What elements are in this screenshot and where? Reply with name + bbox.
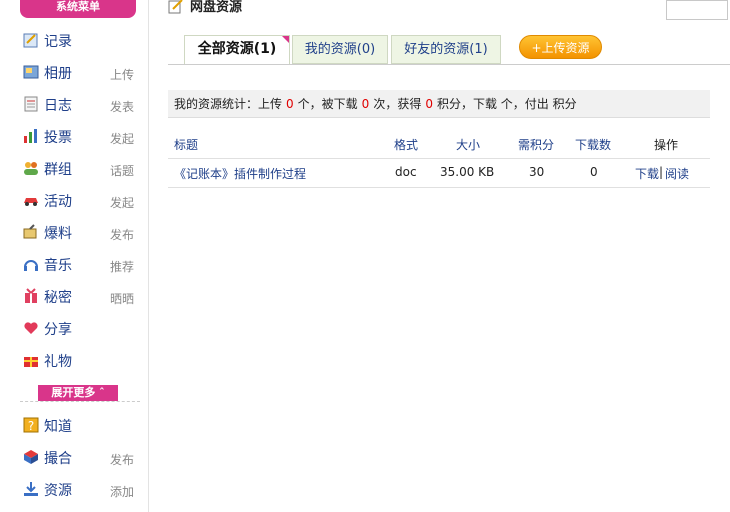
sidebar-item-activity[interactable]: 活动 发起 [22, 188, 140, 212]
sidebar-item-share[interactable]: 分享 [22, 316, 140, 340]
sidebar-item-know[interactable]: ? 知道 [22, 413, 140, 437]
resource-format: doc [395, 165, 417, 179]
sidebar-item-gift[interactable]: 礼物 [22, 348, 140, 372]
sidebar-item-group[interactable]: 群组 话题 [22, 156, 140, 180]
diary-icon [24, 96, 38, 112]
svg-text:?: ? [28, 419, 34, 433]
share-hearts-icon [24, 322, 38, 334]
sidebar-item-album[interactable]: 相册 上传 [22, 60, 140, 84]
secret-gift-icon [25, 288, 37, 303]
car-icon [24, 198, 38, 206]
chevron-up-icon: ˆ [99, 386, 105, 399]
col-downloads: 下载数 [575, 138, 612, 152]
col-format: 格式 [394, 138, 419, 152]
sidebar-item-resource[interactable]: 资源 添加 [22, 477, 140, 501]
tab-corner-marker [282, 36, 289, 43]
sidebar-item-diary[interactable]: 日志 发表 [22, 92, 140, 116]
upload-resource-button[interactable]: +上传资源 [519, 35, 602, 59]
sidebar-item-secret[interactable]: 秘密 晒晒 [22, 284, 140, 308]
col-points: 需积分 [518, 138, 555, 152]
more-bar: 展开更多 ˆ [20, 385, 140, 402]
download-icon [24, 482, 38, 496]
resource-size: 35.00 KB [440, 165, 495, 179]
col-size: 大小 [456, 138, 481, 152]
tab-divider [168, 64, 730, 65]
table-row: 《记账本》插件制作过程 doc 35.00 KB 30 0 下载 | 阅读 [168, 159, 710, 188]
headphones-icon [24, 260, 38, 271]
tab-my-resources[interactable]: 我的资源(0) [292, 35, 388, 64]
resource-points: 30 [529, 165, 545, 179]
gift-box-icon [24, 357, 38, 367]
sidebar-item-music[interactable]: 音乐 推荐 [22, 252, 140, 276]
col-title: 标题 [174, 138, 199, 152]
photo-album-icon [23, 65, 39, 79]
resource-stats: 我的资源统计：上传 0 个，被下载 0 次，获得 0 积分，下载 个，付出 积分 [168, 90, 710, 118]
sidebar-item-poll[interactable]: 投票 发起 [22, 124, 140, 148]
sidebar-item-match[interactable]: 撮合 发布 [22, 445, 140, 469]
tab-all-resources[interactable]: 全部资源(1) [184, 35, 290, 65]
resource-title-link[interactable]: 《记账本》插件制作过程 [174, 165, 306, 182]
top-search-input[interactable] [666, 0, 728, 20]
table-header: 标题 格式 大小 需积分 下载数 操作 [168, 130, 710, 159]
download-link[interactable]: 下载 [635, 165, 659, 182]
op-separator: | [659, 165, 664, 179]
sidebar-item-record[interactable]: 记录 [22, 28, 140, 52]
page-title: 网盘资源 [190, 0, 243, 15]
read-link[interactable]: 阅读 [665, 165, 689, 182]
sidebar: 系统菜单 记录 相册 上传 日志 发表 投票 发起 群组 话题 活动 发起 爆料… [0, 0, 149, 512]
resource-download-count: 0 [590, 165, 598, 179]
poll-chart-icon [24, 129, 37, 143]
group-people-icon [24, 162, 38, 175]
cube-icon [24, 450, 38, 464]
edit-note-icon [168, 0, 183, 14]
question-icon: ? [23, 417, 39, 433]
expand-more-button[interactable]: 展开更多 ˆ [38, 385, 118, 401]
col-operation: 操作 [654, 138, 679, 152]
notepad-icon [23, 33, 38, 48]
sidebar-item-broadcast[interactable]: 爆料 发布 [22, 220, 140, 244]
broadcast-icon [23, 224, 37, 239]
tab-friends-resources[interactable]: 好友的资源(1) [391, 35, 501, 64]
menu-header: 系统菜单 [20, 0, 136, 18]
